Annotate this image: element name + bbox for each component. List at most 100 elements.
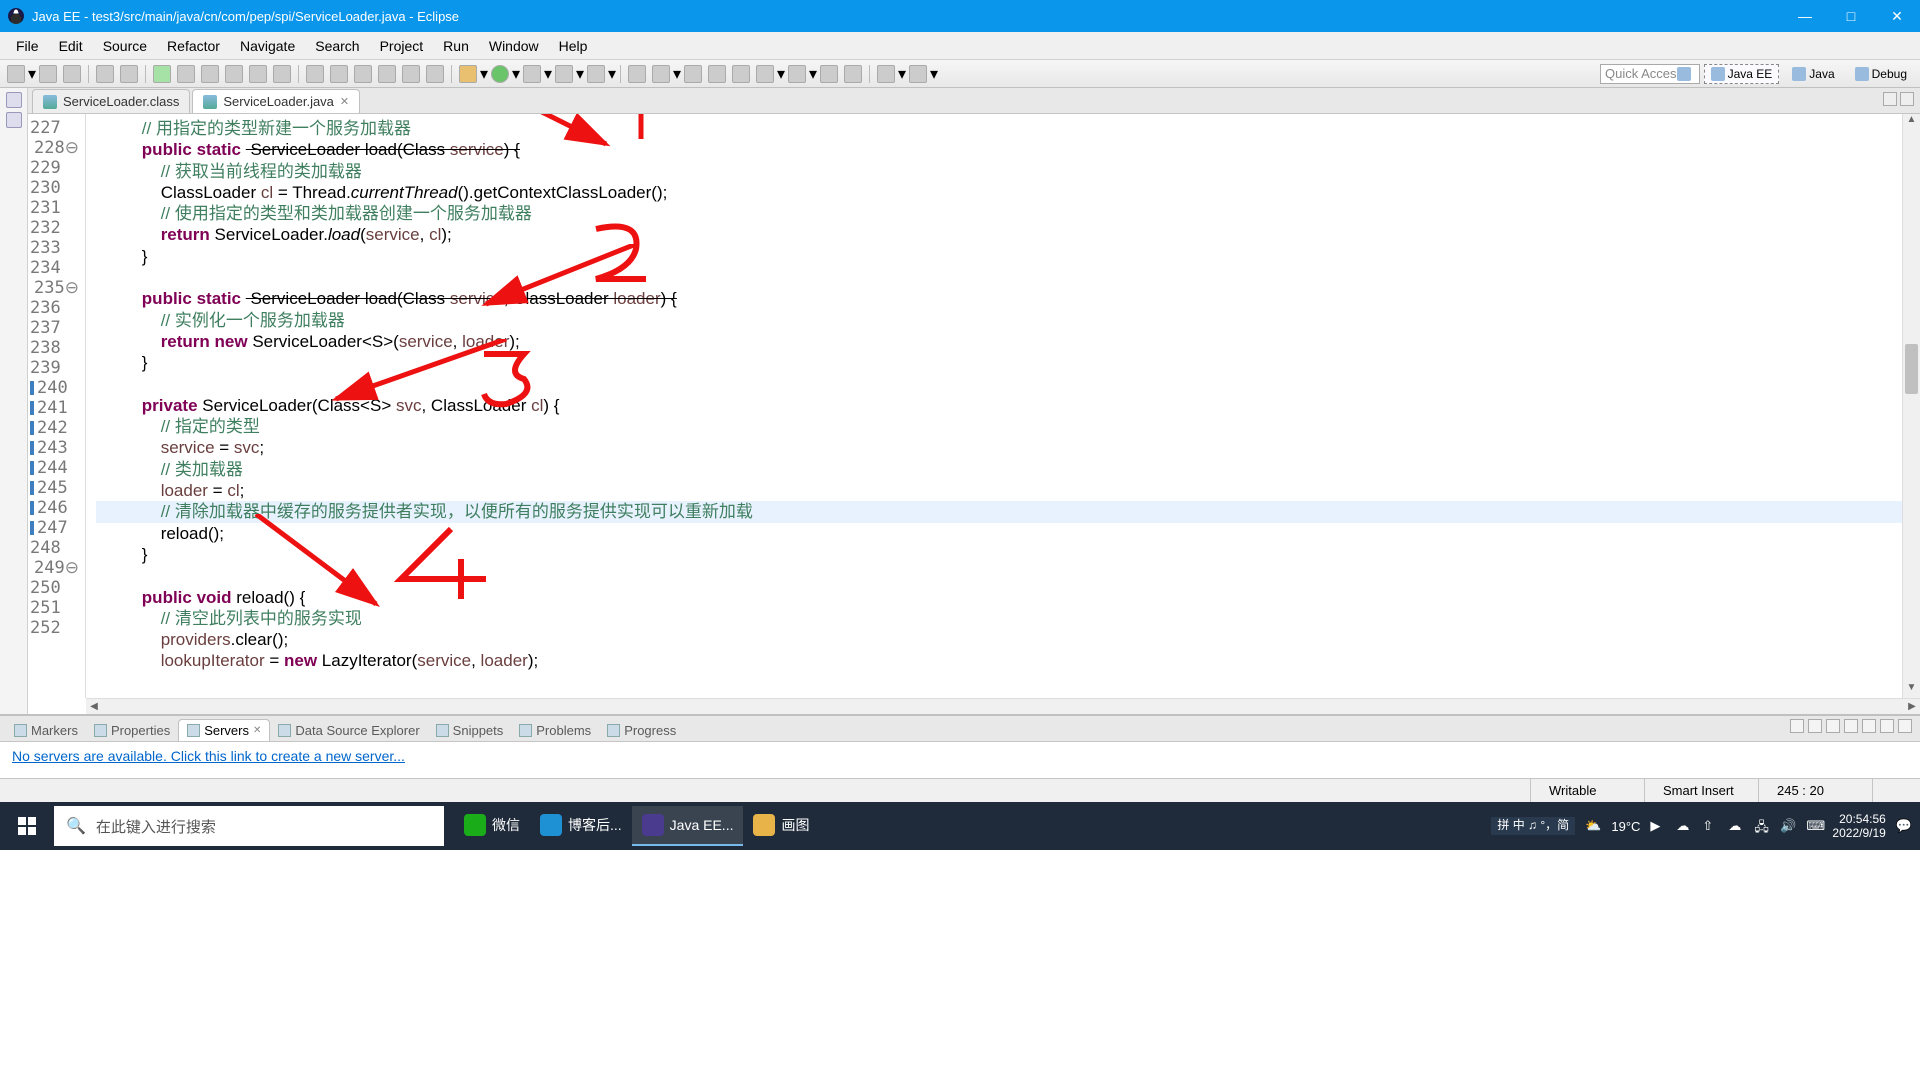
view-tab-progress[interactable]: Progress (599, 719, 684, 741)
code-line[interactable]: // 实例化一个服务加载器 (96, 310, 1902, 331)
network-icon[interactable]: 🖧 (1754, 818, 1770, 834)
tool-icon[interactable] (426, 65, 444, 83)
view-icon[interactable] (1826, 719, 1840, 733)
line-number-gutter[interactable]: 227 228⊖ 229 230 231 232 233 234 235⊖ 23… (28, 114, 86, 698)
view-icon[interactable] (1790, 719, 1804, 733)
maximize-view-icon[interactable] (1898, 719, 1912, 733)
debug-stop-icon[interactable] (201, 65, 219, 83)
tool-icon[interactable] (330, 65, 348, 83)
debug-resume-icon[interactable] (153, 65, 171, 83)
close-tab-icon[interactable]: ✕ (340, 95, 349, 108)
menu-project[interactable]: Project (370, 36, 434, 56)
tool-icon[interactable] (788, 65, 806, 83)
tray-icon[interactable]: ⇧ (1702, 818, 1718, 834)
keyboard-icon[interactable]: ⌨ (1806, 818, 1822, 834)
tool-icon[interactable] (306, 65, 324, 83)
code-line[interactable]: lookupIterator = new LazyIterator(servic… (96, 650, 1902, 671)
toggle-breakpoint-icon[interactable] (120, 65, 138, 83)
debug-dropdown-icon[interactable] (459, 65, 477, 83)
tool-icon[interactable] (844, 65, 862, 83)
editor-tab[interactable]: ServiceLoader.java✕ (192, 89, 360, 113)
maximize-button[interactable]: □ (1828, 0, 1874, 32)
menu-edit[interactable]: Edit (49, 36, 93, 56)
view-tab-markers[interactable]: Markers (6, 719, 86, 741)
code-line[interactable]: // 类加载器 (96, 459, 1902, 480)
step-over-icon[interactable] (249, 65, 267, 83)
run-last-icon[interactable] (523, 65, 541, 83)
view-icon[interactable] (1844, 719, 1858, 733)
minimize-view-icon[interactable] (1883, 92, 1897, 106)
view-tab-problems[interactable]: Problems (511, 719, 599, 741)
menu-search[interactable]: Search (305, 36, 369, 56)
debug-pause-icon[interactable] (177, 65, 195, 83)
tool-icon[interactable] (732, 65, 750, 83)
menu-navigate[interactable]: Navigate (230, 36, 305, 56)
view-icon[interactable] (1808, 719, 1822, 733)
open-perspective-icon[interactable] (1670, 64, 1698, 84)
forward-icon[interactable] (909, 65, 927, 83)
view-tab-servers[interactable]: Servers ✕ (178, 719, 270, 741)
new-icon[interactable] (7, 65, 25, 83)
system-tray[interactable]: 拼 中 ♫ °，简 ⛅ 19°C ▶ ☁ ⇧ ☁ 🖧 🔊 ⌨ 20:54:562… (1491, 812, 1920, 841)
taskbar-app[interactable]: 微信 (454, 806, 530, 846)
save-all-icon[interactable] (63, 65, 81, 83)
code-line[interactable]: // 使用指定的类型和类加载器创建一个服务加载器 (96, 203, 1902, 224)
new-class-icon[interactable] (652, 65, 670, 83)
code-line[interactable]: private ServiceLoader(Class<S> svc, Clas… (96, 395, 1902, 416)
code-line[interactable] (96, 374, 1902, 395)
tool-icon[interactable] (756, 65, 774, 83)
code-editor[interactable]: 227 228⊖ 229 230 231 232 233 234 235⊖ 23… (28, 114, 1920, 698)
tool-icon[interactable] (402, 65, 420, 83)
onedrive-icon[interactable]: ☁ (1728, 818, 1744, 834)
view-tab-data-source-explorer[interactable]: Data Source Explorer (270, 719, 427, 741)
volume-icon[interactable]: 🔊 (1780, 818, 1796, 834)
code-line[interactable]: service = svc; (96, 437, 1902, 458)
horizontal-scrollbar[interactable]: ◀▶ (86, 698, 1920, 714)
taskbar-app[interactable]: 博客后... (530, 806, 632, 846)
tool-icon[interactable] (587, 65, 605, 83)
notifications-icon[interactable]: 💬 (1896, 818, 1912, 834)
taskbar-clock[interactable]: 20:54:562022/9/19 (1832, 812, 1885, 841)
code-line[interactable]: reload(); (96, 523, 1902, 544)
run-dropdown-icon[interactable] (491, 65, 509, 83)
taskbar-search-input[interactable]: 🔍 在此键入进行搜索 (54, 806, 444, 846)
code-line[interactable]: } (96, 544, 1902, 565)
build-icon[interactable] (96, 65, 114, 83)
tray-icon[interactable]: ☁ (1676, 818, 1692, 834)
vertical-scrollbar[interactable]: ▲ ▼ (1902, 114, 1920, 698)
code-line[interactable] (96, 565, 1902, 586)
code-line[interactable]: providers.clear(); (96, 629, 1902, 650)
new-package-icon[interactable] (628, 65, 646, 83)
menu-window[interactable]: Window (479, 36, 549, 56)
menu-refactor[interactable]: Refactor (157, 36, 230, 56)
code-line[interactable]: public static ServiceLoader load(Class s… (96, 288, 1902, 309)
code-line[interactable]: // 清除加载器中缓存的服务提供者实现，以便所有的服务提供实现可以重新加载 (96, 501, 1902, 522)
tool-icon[interactable] (354, 65, 372, 83)
close-button[interactable]: ✕ (1874, 0, 1920, 32)
editor-tab[interactable]: ServiceLoader.class (32, 89, 190, 113)
code-line[interactable]: public void reload() { (96, 587, 1902, 608)
view-icon[interactable] (1862, 719, 1876, 733)
weather-icon[interactable]: ⛅ (1585, 818, 1601, 834)
tool-icon[interactable] (378, 65, 396, 83)
view-tab-properties[interactable]: Properties (86, 719, 178, 741)
tool-icon[interactable] (708, 65, 726, 83)
project-explorer-icon[interactable] (6, 112, 22, 128)
ext-tools-icon[interactable] (555, 65, 573, 83)
taskbar-app[interactable]: 画图 (743, 806, 819, 846)
ime-indicator[interactable]: 拼 中 ♫ °，简 (1491, 817, 1575, 834)
perspective-debug[interactable]: Debug (1848, 64, 1914, 84)
menu-file[interactable]: File (6, 36, 49, 56)
code-line[interactable]: loader = cl; (96, 480, 1902, 501)
code-line[interactable]: } (96, 352, 1902, 373)
code-line[interactable]: // 获取当前线程的类加载器 (96, 161, 1902, 182)
perspective-java-ee[interactable]: Java EE (1704, 64, 1780, 84)
code-line[interactable]: return ServiceLoader.load(service, cl); (96, 224, 1902, 245)
minimize-view-icon[interactable] (1880, 719, 1894, 733)
code-line[interactable]: public static ServiceLoader load(Class s… (96, 139, 1902, 160)
code-line[interactable]: // 用指定的类型新建一个服务加载器 (96, 118, 1902, 139)
start-button[interactable] (0, 802, 54, 850)
maximize-view-icon[interactable] (1900, 92, 1914, 106)
back-icon[interactable] (877, 65, 895, 83)
minimize-button[interactable]: ― (1782, 0, 1828, 32)
